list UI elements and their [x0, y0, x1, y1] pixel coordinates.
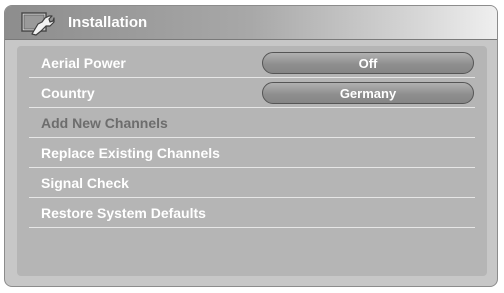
menu-item-add-new-channels[interactable]: Add New Channels	[29, 108, 475, 138]
aerial-power-value[interactable]: Off	[262, 52, 474, 74]
menu-item-label: Signal Check	[41, 175, 129, 191]
menu-item-label: Restore System Defaults	[41, 205, 206, 221]
menu-item-signal-check[interactable]: Signal Check	[29, 168, 475, 198]
menu-item-label: Aerial Power	[41, 55, 126, 71]
country-value[interactable]: Germany	[262, 82, 474, 104]
page-title: Installation	[68, 14, 148, 31]
menu-panel: Aerial Power Off Country Germany Add New…	[17, 46, 487, 276]
menu-item-label: Add New Channels	[41, 115, 168, 131]
installation-window: Installation Aerial Power Off Country Ge…	[4, 5, 498, 287]
menu-item-country[interactable]: Country Germany	[29, 78, 475, 108]
menu-item-label: Replace Existing Channels	[41, 145, 220, 161]
menu-item-label: Country	[41, 85, 95, 101]
aerial-power-value-text: Off	[358, 56, 378, 71]
settings-wrench-icon	[19, 10, 57, 36]
title-bar: Installation	[5, 6, 497, 40]
country-value-text: Germany	[339, 86, 397, 101]
menu-item-aerial-power[interactable]: Aerial Power Off	[29, 48, 475, 78]
menu-item-replace-existing-channels[interactable]: Replace Existing Channels	[29, 138, 475, 168]
menu-item-restore-system-defaults[interactable]: Restore System Defaults	[29, 198, 475, 228]
